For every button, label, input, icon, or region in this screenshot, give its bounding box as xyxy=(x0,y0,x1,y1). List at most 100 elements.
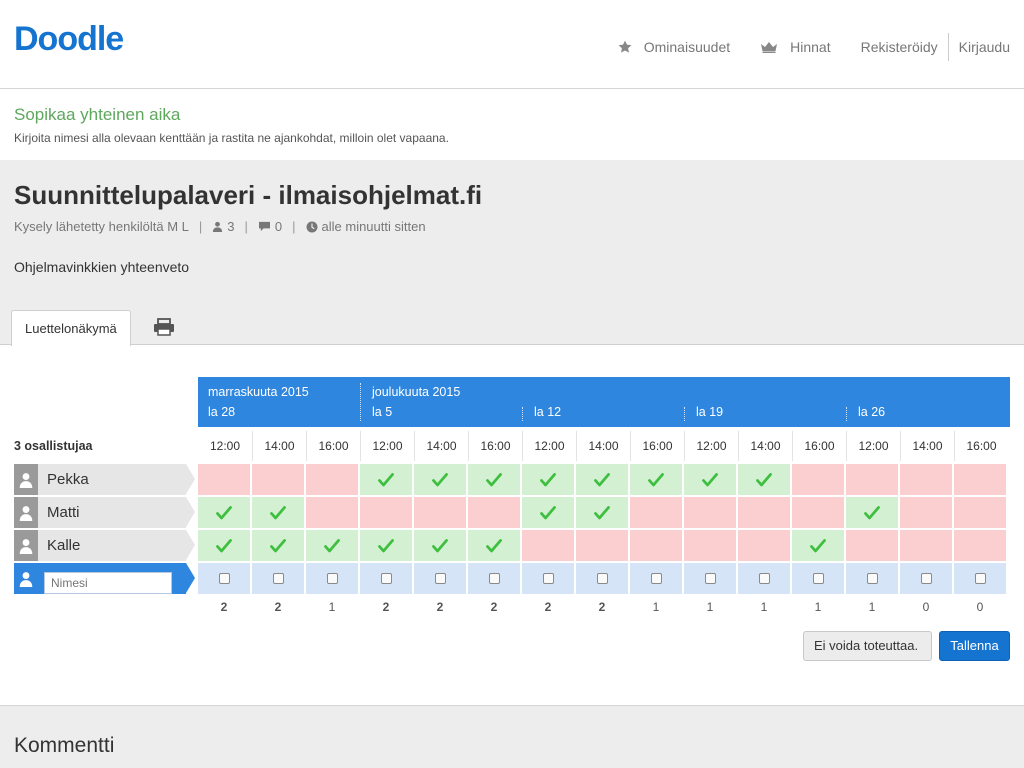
nav-register[interactable]: Rekisteröidy xyxy=(861,39,938,55)
availability-cell xyxy=(684,563,736,594)
availability-cell xyxy=(846,563,898,594)
name-input-wrap xyxy=(38,563,186,594)
vote-no-cell xyxy=(792,497,844,528)
avatar xyxy=(14,497,38,528)
availability-checkbox[interactable] xyxy=(650,573,662,584)
check-icon xyxy=(378,472,394,486)
availability-cell xyxy=(414,563,466,594)
check-icon xyxy=(540,505,556,519)
time-header: 12:00 14:00 16:00 12:00 14:00 16:00 12:00 14:00… xyxy=(198,431,1010,461)
check-icon xyxy=(702,472,718,486)
vote-no-cell xyxy=(900,464,952,495)
tab-list-view[interactable]: Luettelonäkymä xyxy=(11,310,131,346)
comment-icon xyxy=(258,221,270,232)
vote-no-cell xyxy=(630,530,682,561)
availability-checkbox[interactable] xyxy=(974,573,986,584)
nav-features[interactable]: Ominaisuudet xyxy=(618,39,730,55)
vote-no-cell xyxy=(792,464,844,495)
clock-icon xyxy=(306,221,318,232)
nav-login-label: Kirjaudu xyxy=(958,39,1010,55)
time-slot-label: 12:00 xyxy=(684,431,738,461)
slot-total: 1 xyxy=(868,600,876,614)
vote-no-cell xyxy=(900,530,952,561)
time-slot-label: 12:00 xyxy=(209,439,241,453)
slot-total: 2 xyxy=(490,600,498,614)
participants-label: 3 osallistujaa xyxy=(14,439,93,453)
name-input[interactable] xyxy=(44,572,172,594)
availability-cell xyxy=(468,563,520,594)
availability-cell xyxy=(360,563,412,594)
poll-meta: Kysely lähetetty henkilöltä M L | 3 | 0 … xyxy=(14,219,426,234)
availability-checkbox[interactable] xyxy=(218,573,230,584)
vote-yes-cell xyxy=(792,530,844,561)
availability-checkbox[interactable] xyxy=(758,573,770,584)
day-divider xyxy=(522,407,523,421)
comments-section: Kommentti xyxy=(0,705,1024,768)
availability-checkbox[interactable] xyxy=(488,573,500,584)
vote-no-cell xyxy=(954,497,1006,528)
check-icon xyxy=(540,472,556,486)
participants-count: 3 xyxy=(227,219,235,234)
time-slot-label: 12:00 xyxy=(522,431,576,461)
check-icon xyxy=(486,538,502,552)
availability-checkbox[interactable] xyxy=(812,573,824,584)
availability-cell xyxy=(306,563,358,594)
time-slot-label: 12:00 xyxy=(846,431,900,461)
check-icon xyxy=(432,472,448,486)
print-button[interactable] xyxy=(153,318,175,341)
slot-total: 2 xyxy=(598,600,606,614)
availability-checkbox[interactable] xyxy=(380,573,392,584)
day-label: la 26 xyxy=(858,405,886,419)
availability-checkbox[interactable] xyxy=(272,573,284,584)
vote-no-cell xyxy=(738,530,790,561)
availability-checkbox[interactable] xyxy=(920,573,932,584)
check-icon xyxy=(756,472,772,486)
availability-cell xyxy=(576,563,628,594)
availability-checkbox[interactable] xyxy=(326,573,338,584)
save-button[interactable]: Tallenna xyxy=(939,631,1010,661)
user-icon xyxy=(19,571,33,587)
availability-checkbox[interactable] xyxy=(596,573,608,584)
check-icon xyxy=(594,472,610,486)
check-icon xyxy=(324,538,340,552)
month-divider xyxy=(360,383,361,421)
availability-checkbox[interactable] xyxy=(542,573,554,584)
star-icon xyxy=(618,40,632,53)
vote-no-cell xyxy=(360,497,412,528)
slot-total: 1 xyxy=(814,600,822,614)
availability-cell xyxy=(792,563,844,594)
intro-title: Sopikaa yhteinen aika xyxy=(14,105,181,124)
user-icon xyxy=(19,505,33,521)
month-label: marraskuuta 2015 xyxy=(208,385,309,399)
slot-total: 2 xyxy=(382,600,390,614)
participant-name: Pekka xyxy=(14,464,195,495)
avatar xyxy=(14,464,38,495)
vote-no-cell xyxy=(846,530,898,561)
availability-cell xyxy=(198,563,250,594)
vote-yes-cell xyxy=(306,530,358,561)
vote-no-cell xyxy=(846,464,898,495)
doodle-logo[interactable]: Doodle xyxy=(14,20,124,59)
availability-cell xyxy=(900,563,952,594)
time-slot-label: 16:00 xyxy=(306,431,360,461)
vote-yes-cell xyxy=(198,497,250,528)
check-icon xyxy=(270,538,286,552)
availability-cell xyxy=(522,563,574,594)
availability-checkbox[interactable] xyxy=(866,573,878,584)
availability-checkbox[interactable] xyxy=(704,573,716,584)
avatar xyxy=(14,530,38,561)
time-slot-label: 16:00 xyxy=(792,431,846,461)
meta-separator: | xyxy=(198,219,203,234)
nav-login[interactable]: Kirjaudu xyxy=(959,39,1010,55)
check-icon xyxy=(648,472,664,486)
vote-no-cell xyxy=(522,530,574,561)
slot-total: 1 xyxy=(706,600,714,614)
check-icon xyxy=(594,505,610,519)
availability-checkbox[interactable] xyxy=(434,573,446,584)
nav-prices[interactable]: Hinnat xyxy=(760,39,831,55)
slot-total: 2 xyxy=(274,600,282,614)
participant-label: Kalle xyxy=(38,530,186,561)
main-nav: Ominaisuudet Hinnat Rekisteröidy Kirjaud… xyxy=(588,33,1010,61)
vote-no-cell xyxy=(684,497,736,528)
cannot-attend-button[interactable]: Ei voida toteuttaa. xyxy=(803,631,932,661)
